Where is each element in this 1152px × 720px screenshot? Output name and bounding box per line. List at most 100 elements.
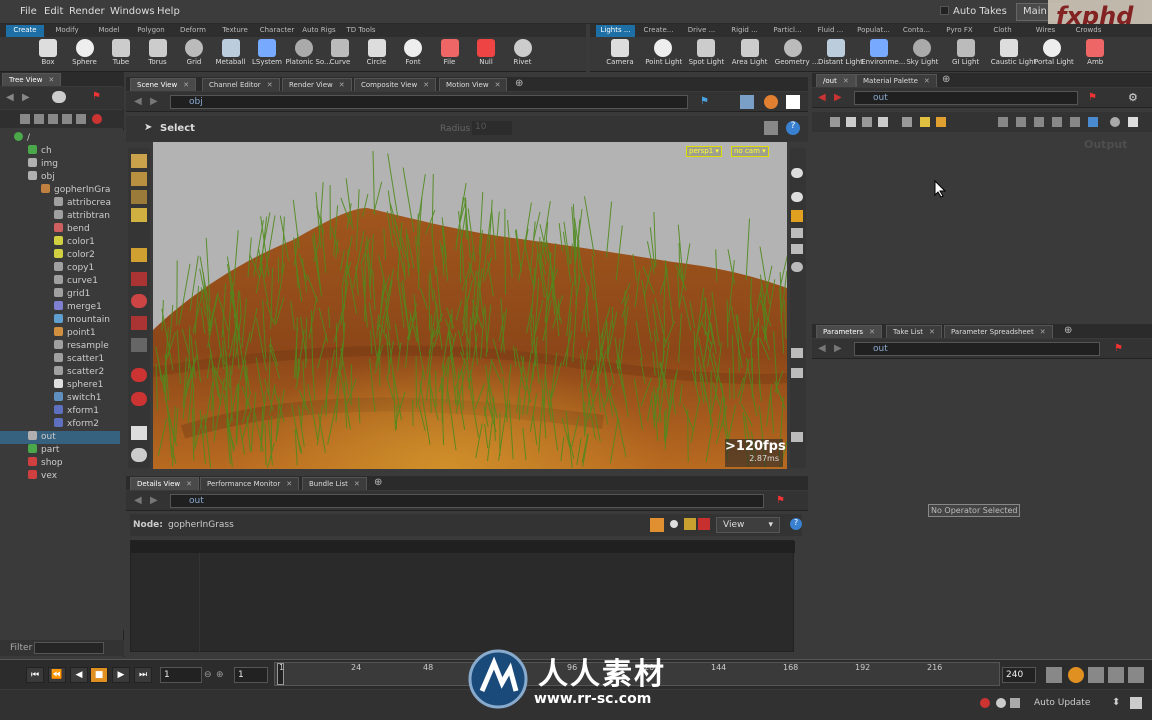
playback-options-icon[interactable] [1046, 667, 1062, 683]
tree-node[interactable]: merge1 [0, 301, 120, 314]
shelf-tool-point-light[interactable]: Point Light [645, 38, 682, 72]
wireframe-icon[interactable] [791, 244, 803, 254]
tab-parameter-spreadsheet[interactable]: Parameter Spreadsheet ✕ [944, 325, 1053, 338]
shelf-tool-torus[interactable]: Torus [140, 38, 176, 72]
no-cam-menu[interactable]: no cam ▾ [731, 146, 769, 157]
help-icon[interactable]: ? [790, 518, 802, 530]
zoom-icon[interactable] [1110, 117, 1120, 127]
shading-icon[interactable] [791, 228, 803, 238]
3d-viewport[interactable]: persp1 ▾ no cam ▾ >120fps 2.87ms [153, 142, 787, 469]
forward-arrow-icon[interactable]: ▶ [22, 92, 30, 103]
add-tab-icon[interactable]: ⊕ [374, 477, 382, 488]
select-tool-icon[interactable] [131, 248, 147, 262]
forward-arrow-icon[interactable]: ▶ [834, 92, 842, 103]
jump-start-button[interactable]: ⏮ [26, 667, 44, 683]
tree-node[interactable]: shop [0, 457, 120, 470]
close-tab-icon[interactable]: ✕ [267, 81, 273, 89]
close-tab-icon[interactable]: ✕ [929, 328, 935, 336]
jump-end-button[interactable]: ⏭ [134, 667, 152, 683]
close-tab-icon[interactable]: ✕ [843, 77, 849, 85]
menu-edit[interactable]: Edit [44, 6, 63, 17]
shelf-tab[interactable]: Character [258, 25, 296, 37]
tool-icon[interactable] [902, 117, 912, 127]
tab-bundle-list[interactable]: Bundle List ✕ [302, 477, 367, 490]
network-type-icon[interactable] [52, 91, 66, 103]
forward-arrow-icon[interactable]: ▶ [150, 495, 158, 506]
tree-node[interactable]: scatter2 [0, 366, 120, 379]
camera-tool-icon[interactable] [131, 448, 147, 462]
shelf-tool-lsystem[interactable]: LSystem [249, 38, 285, 72]
shelf-tab[interactable]: Texture [216, 25, 254, 37]
details-path-field[interactable]: out [170, 494, 764, 508]
view-dropdown[interactable]: View ▾ [716, 517, 780, 533]
display-option-icon[interactable] [791, 262, 803, 272]
shelf-tab[interactable]: Polygon [132, 25, 170, 37]
shelf-tool-distant-light[interactable]: Distant Light [818, 38, 863, 72]
lighting-icon[interactable] [791, 210, 803, 222]
menu-windows[interactable]: Windows [110, 6, 155, 17]
tree-node[interactable]: resample [0, 340, 120, 353]
pin-icon[interactable]: ⚑ [1088, 92, 1097, 103]
shelf-tool-portal-light[interactable]: Portal Light [1034, 38, 1074, 72]
tab-render-view[interactable]: Render View ✕ [282, 78, 352, 91]
back-arrow-icon[interactable]: ◀ [134, 96, 142, 107]
play-reverse-button[interactable]: ◀ [70, 667, 88, 683]
pose-tool-icon[interactable] [131, 190, 147, 204]
tab-motion-view[interactable]: Motion View ✕ [439, 78, 508, 91]
tree-node[interactable]: mountain [0, 314, 120, 327]
shelf-tool-spot-light[interactable]: Spot Light [688, 38, 724, 72]
shelf-tool-camera[interactable]: Camera [602, 38, 638, 72]
tab-performance-monitor[interactable]: Performance Monitor ✕ [200, 477, 300, 490]
back-arrow-icon[interactable]: ◀ [6, 92, 14, 103]
view-tool-icon[interactable] [131, 172, 147, 186]
shelf-tool-platonic[interactable]: Platonic So... [286, 38, 331, 72]
tree-node[interactable]: vex [0, 470, 120, 483]
shelf-tab[interactable]: Pyro FX [940, 25, 979, 37]
rotate-tool-icon[interactable] [131, 294, 147, 308]
tree-node[interactable]: img [0, 158, 120, 171]
tree-node[interactable]: ch [0, 145, 120, 158]
shelf-tool-sphere[interactable]: Sphere [67, 38, 103, 72]
shelf-tab[interactable]: Fluid ... [811, 25, 850, 37]
details-spreadsheet[interactable] [130, 540, 795, 653]
shelf-tab[interactable]: Drive ... [682, 25, 721, 37]
handle-tool-icon[interactable] [131, 154, 147, 168]
brush-tool-icon[interactable] [131, 208, 147, 222]
tree-node[interactable]: attribtran [0, 210, 120, 223]
menu-file[interactable]: File [20, 6, 37, 17]
update-mode-icon[interactable]: ⬍ [1112, 697, 1120, 708]
shelf-tool-font[interactable]: Font [395, 38, 431, 72]
grid-icon[interactable] [1088, 117, 1098, 127]
layout-icon[interactable] [998, 117, 1008, 127]
background-icon[interactable] [786, 95, 800, 109]
shelf-tool-curve[interactable]: Curve [322, 38, 358, 72]
key-icon[interactable] [1108, 667, 1124, 683]
tab-out[interactable]: /out ✕ [816, 74, 856, 87]
shelf-tool-grid[interactable]: Grid [176, 38, 212, 72]
cook-icon[interactable] [996, 698, 1006, 708]
render-icon[interactable] [764, 95, 778, 109]
display-option-icon[interactable] [791, 192, 803, 202]
close-tab-icon[interactable]: ✕ [354, 480, 360, 488]
tree-node[interactable]: xform1 [0, 405, 120, 418]
shelf-tool-circle[interactable]: Circle [359, 38, 395, 72]
shelf-tool-gi-light[interactable]: GI Light [948, 38, 984, 72]
end-frame-field[interactable]: 240 [1002, 667, 1036, 683]
add-tab-icon[interactable]: ⊕ [942, 74, 950, 85]
status-icon[interactable] [1130, 697, 1142, 709]
display-option-icon[interactable] [791, 432, 803, 442]
close-tab-icon[interactable]: ✕ [339, 81, 345, 89]
tree-tool-icon[interactable] [48, 114, 58, 124]
tree-node[interactable]: color2 [0, 249, 120, 262]
tree-node[interactable]: attribcrea [0, 197, 120, 210]
tool-icon[interactable] [862, 117, 872, 127]
tab-scene-view[interactable]: Scene View ✕ [130, 78, 197, 91]
tool-icon[interactable] [830, 117, 840, 127]
tree-node[interactable]: gopherInGra [0, 184, 120, 197]
shelf-tab[interactable]: Populat... [854, 25, 893, 37]
shelf-tab[interactable]: Modify [48, 25, 86, 37]
shelf-tab[interactable]: Auto Rigs [300, 25, 338, 37]
stop-button[interactable]: ■ [90, 667, 108, 683]
pin-icon[interactable]: ⚑ [92, 91, 101, 102]
back-arrow-icon[interactable]: ◀ [818, 343, 826, 354]
